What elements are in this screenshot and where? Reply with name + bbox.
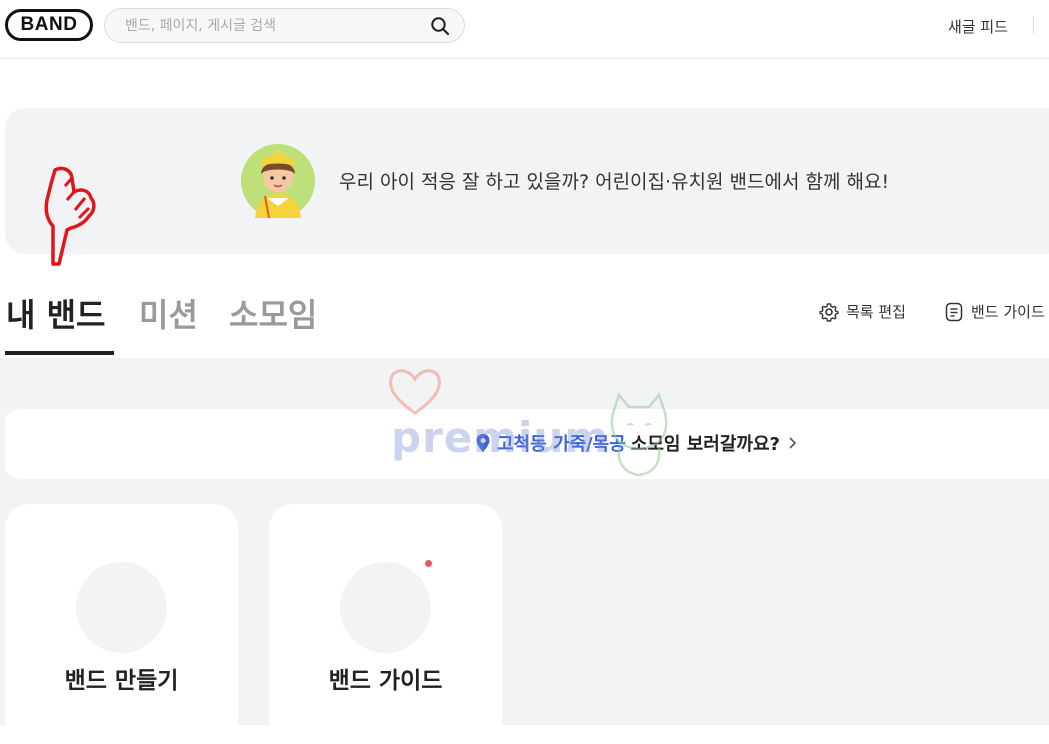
- tab-mission[interactable]: 미션: [139, 290, 198, 336]
- band-guide-button[interactable]: 밴드 가이드: [944, 301, 1045, 322]
- band-list-area: 고척동 가죽/목공 소모임 보러갈까요? 밴드 만들기 밴드 가이드: [0, 358, 1049, 744]
- child-illustration-icon: [241, 144, 315, 218]
- new-feed-link[interactable]: 새글 피드: [948, 16, 1008, 37]
- meetup-row: 고척동 가죽/목공 소모임 보러갈까요?: [475, 430, 798, 456]
- promo-banner[interactable]: 우리 아이 적응 잘 하고 있을까? 어린이집·유치원 밴드에서 함께 해요!: [5, 108, 1049, 266]
- pointing-hand-icon: [44, 166, 96, 266]
- card-title: 밴드 가이드: [328, 668, 443, 694]
- band-guide-card[interactable]: 밴드 가이드: [269, 504, 502, 744]
- tab-my-band[interactable]: 내 밴드: [6, 290, 105, 336]
- edit-list-label: 목록 편집: [846, 303, 906, 321]
- location-pin-icon: [476, 434, 490, 452]
- top-header: BAND 새글 피드: [0, 0, 1049, 59]
- chevron-right-icon: [789, 437, 797, 449]
- card-icon-placeholder: [76, 562, 167, 653]
- active-tab-indicator: [5, 351, 114, 355]
- band-logo[interactable]: BAND: [5, 9, 93, 41]
- band-tabs: 내 밴드 미션 소모임 목록 편집 밴드 가이드: [0, 258, 1049, 358]
- card-icon-placeholder: [340, 562, 431, 653]
- notification-dot: [425, 560, 432, 567]
- document-icon: [945, 302, 963, 321]
- meetup-suggestion[interactable]: 고척동 가죽/목공 소모임 보러갈까요?: [5, 409, 1049, 479]
- band-guide-label: 밴드 가이드: [971, 303, 1045, 321]
- tab-small-group[interactable]: 소모임: [229, 290, 317, 336]
- meetup-text: 소모임 보러갈까요?: [630, 434, 780, 455]
- search-box: [104, 8, 465, 43]
- search-input[interactable]: [125, 9, 415, 42]
- card-title: 밴드 만들기: [64, 668, 179, 694]
- banner-text: 우리 아이 적응 잘 하고 있을까? 어린이집·유치원 밴드에서 함께 해요!: [339, 171, 890, 193]
- create-band-card[interactable]: 밴드 만들기: [5, 504, 238, 744]
- meetup-location: 고척동 가죽/목공: [497, 434, 626, 455]
- edit-list-button[interactable]: 목록 편집: [819, 301, 906, 322]
- search-icon[interactable]: [430, 16, 450, 36]
- header-divider: [1033, 16, 1034, 34]
- gear-icon: [819, 302, 839, 322]
